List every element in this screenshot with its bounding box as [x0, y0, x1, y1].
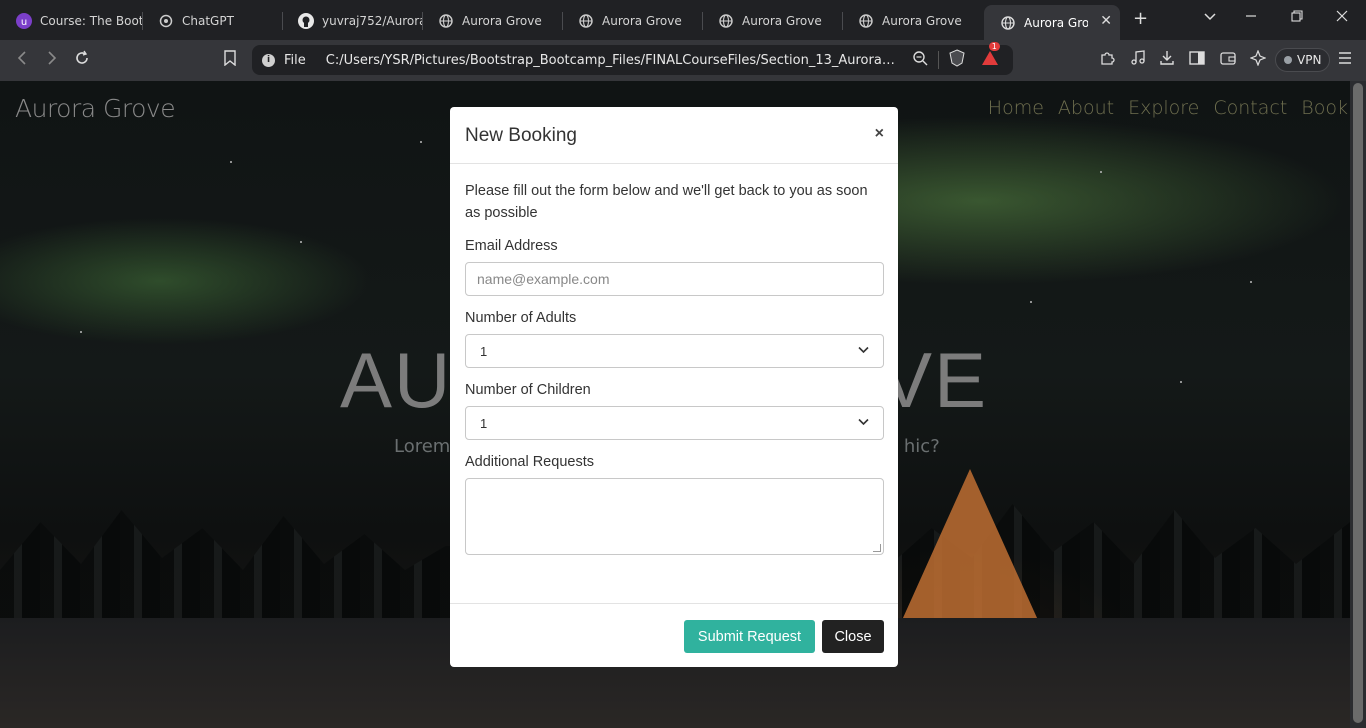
modal-title: New Booking — [465, 125, 577, 146]
adults-label: Number of Adults — [465, 310, 577, 326]
browser-toolbar: i File C:/Users/YSR/Pictures/Bootstrap_B… — [0, 40, 1366, 81]
vpn-status-dot — [1284, 56, 1292, 64]
close-tab-icon[interactable]: ✕ — [1100, 13, 1112, 29]
globe-icon — [718, 13, 734, 29]
nav-contact[interactable]: Contact — [1213, 97, 1287, 119]
github-icon — [298, 13, 314, 29]
requests-label: Additional Requests — [465, 454, 594, 470]
brave-rewards-icon[interactable]: 1 — [981, 42, 1000, 70]
children-select-value: 1 — [480, 415, 488, 431]
close-button[interactable]: Close — [822, 620, 884, 653]
back-icon[interactable] — [15, 50, 29, 70]
extensions-icon[interactable] — [1099, 50, 1115, 70]
nav-book[interactable]: Book — [1301, 97, 1348, 119]
requests-textarea[interactable] — [465, 478, 884, 555]
globe-icon — [578, 13, 594, 29]
globe-icon — [1000, 15, 1016, 31]
info-icon[interactable]: i — [262, 53, 275, 67]
globe-icon — [858, 13, 874, 29]
tab-strip: u Course: The Boot ChatGPT yuvraj752/Aur… — [0, 0, 1366, 40]
modal-footer: Submit Request Close — [450, 603, 898, 667]
nav-explore[interactable]: Explore — [1128, 97, 1199, 119]
download-icon[interactable] — [1159, 50, 1175, 70]
minimize-icon[interactable] — [1245, 10, 1257, 26]
chevron-down-icon — [858, 417, 869, 429]
modal-body: Please fill out the form below and we'll… — [450, 164, 898, 555]
url-text[interactable]: C:/Users/YSR/Pictures/Bootstrap_Bootcamp… — [326, 53, 898, 68]
bookmark-icon[interactable] — [223, 50, 237, 70]
tab-course[interactable]: u Course: The Boot — [0, 6, 142, 36]
hero-subtitle-left: Lorem — [394, 436, 451, 457]
tab-aurora-1[interactable]: Aurora Grove — [422, 6, 562, 36]
zoom-icon[interactable] — [912, 50, 928, 70]
chevron-down-icon — [858, 345, 869, 357]
course-icon: u — [16, 13, 32, 29]
nav-home[interactable]: Home — [988, 97, 1044, 119]
new-tab-button[interactable]: + — [1133, 8, 1148, 29]
modal-close-icon[interactable]: × — [875, 125, 884, 143]
children-label: Number of Children — [465, 382, 591, 398]
adults-select[interactable]: 1 — [465, 334, 884, 368]
tab-chatgpt[interactable]: ChatGPT — [142, 6, 282, 36]
leo-ai-icon[interactable] — [1249, 49, 1267, 70]
tab-aurora-4[interactable]: Aurora Grove — [842, 6, 982, 36]
site-brand[interactable]: Aurora Grove — [15, 94, 176, 123]
url-scheme-label: File — [284, 52, 306, 68]
forward-icon[interactable] — [45, 50, 59, 70]
brave-shield-icon[interactable] — [949, 49, 965, 71]
tab-aurora-active[interactable]: Aurora Grove ✕ — [984, 5, 1120, 40]
chatgpt-icon — [158, 13, 174, 29]
sidebar-icon[interactable] — [1189, 50, 1205, 70]
booking-modal: New Booking × Please fill out the form b… — [450, 107, 898, 667]
notification-badge: 1 — [988, 42, 1000, 51]
email-field[interactable]: name@example.com — [465, 262, 884, 296]
email-label: Email Address — [465, 238, 558, 254]
url-divider — [937, 51, 939, 69]
address-bar[interactable]: i File C:/Users/YSR/Pictures/Bootstrap_B… — [252, 42, 1013, 75]
tab-search-chevron-icon[interactable] — [1204, 10, 1216, 26]
reload-icon[interactable] — [74, 50, 90, 70]
submit-request-button[interactable]: Submit Request — [684, 620, 815, 653]
globe-icon — [438, 13, 454, 29]
hero-title-left: AU — [340, 336, 453, 424]
nav-about[interactable]: About — [1058, 97, 1114, 119]
window-close-icon[interactable] — [1336, 10, 1348, 26]
scrollbar-thumb[interactable] — [1353, 83, 1363, 723]
media-icon[interactable] — [1130, 50, 1146, 70]
tab-github[interactable]: yuvraj752/Aurora — [282, 6, 422, 36]
modal-intro-text: Please fill out the form below and we'll… — [465, 183, 868, 221]
children-select[interactable]: 1 — [465, 406, 884, 440]
resize-handle-icon[interactable] — [873, 544, 881, 552]
email-placeholder: name@example.com — [477, 271, 610, 287]
menu-icon[interactable] — [1337, 50, 1353, 70]
modal-header: New Booking × — [450, 107, 898, 164]
svg-text:u: u — [21, 17, 27, 28]
adults-select-value: 1 — [480, 343, 488, 359]
restore-icon[interactable] — [1291, 10, 1303, 26]
tab-aurora-3[interactable]: Aurora Grove — [702, 6, 842, 36]
wallet-icon[interactable] — [1220, 50, 1236, 70]
tab-aurora-2[interactable]: Aurora Grove — [562, 6, 702, 36]
site-nav: Home About Explore Contact Book — [988, 97, 1348, 119]
vpn-button[interactable]: VPN — [1275, 48, 1331, 72]
